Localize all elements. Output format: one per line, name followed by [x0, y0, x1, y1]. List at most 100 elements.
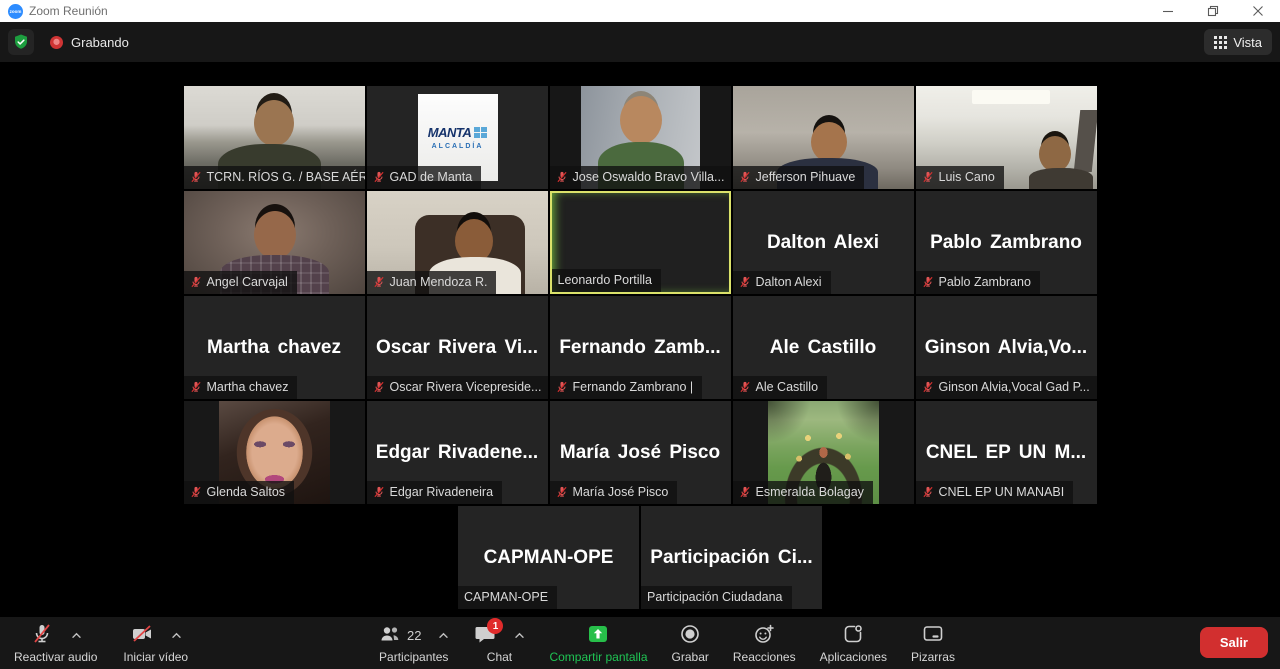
participant-tile[interactable]: Luis Cano [916, 86, 1097, 189]
participant-label: TCRN. RÍOS G. / BASE AÉR... [184, 166, 365, 189]
participant-label-text: Leonardo Portilla [558, 273, 653, 287]
share-screen-icon [586, 622, 610, 649]
participant-tile[interactable]: CNEL EP UN M... CNEL EP UN MANABI [916, 401, 1097, 504]
chevron-up-icon[interactable] [514, 632, 525, 639]
view-button-label: Vista [1233, 35, 1262, 50]
participant-tile[interactable]: Ale Castillo Ale Castillo [733, 296, 914, 399]
participant-label-text: Juan Mendoza R. [390, 275, 488, 289]
participant-label-text: Fernando Zambrano | [573, 380, 694, 394]
participant-label: Pablo Zambrano [916, 271, 1040, 294]
record-icon [678, 622, 702, 649]
leave-meeting-button[interactable]: Salir [1200, 627, 1268, 658]
mic-muted-icon [190, 276, 202, 288]
whiteboard-icon [921, 622, 945, 649]
participants-count: 22 [407, 628, 421, 643]
toolbar-button-label: Reactivar audio [14, 650, 97, 664]
view-button[interactable]: Vista [1204, 29, 1272, 55]
participant-label: Juan Mendoza R. [367, 271, 497, 294]
participant-tile[interactable]: Dalton Alexi Dalton Alexi [733, 191, 914, 294]
apps-button[interactable]: Aplicaciones [820, 622, 887, 664]
reactions-icon [752, 622, 776, 649]
participant-label: Ginson Alvia,Vocal Gad P... [916, 376, 1097, 399]
mic-muted-icon [922, 276, 934, 288]
chevron-up-icon[interactable] [438, 632, 449, 639]
participant-tile[interactable]: MANTAALCALDÍA GAD de Manta [367, 86, 548, 189]
participant-label: Leonardo Portilla [552, 269, 662, 292]
participant-tile[interactable]: María José Pisco María José Pisco [550, 401, 731, 504]
participant-tile[interactable]: Jose Oswaldo Bravo Villa... [550, 86, 731, 189]
toolbar-button-label: Reacciones [733, 650, 796, 664]
participant-tile[interactable]: Pablo Zambrano Pablo Zambrano [916, 191, 1097, 294]
toolbar-button-label: Participantes [379, 650, 448, 664]
minimize-button[interactable] [1145, 0, 1190, 22]
participant-label-text: Participación Ciudadana [647, 590, 783, 604]
participant-label: Angel Carvajal [184, 271, 297, 294]
participant-tile[interactable]: Angel Carvajal [184, 191, 365, 294]
participant-label-text: Pablo Zambrano [939, 275, 1031, 289]
participant-label-text: Oscar Rivera Vicepreside... [390, 380, 542, 394]
participant-tile[interactable]: Participación Ci... Participación Ciudad… [641, 506, 822, 609]
unmute-button[interactable]: Reactivar audio [14, 622, 97, 664]
participant-tile[interactable]: Glenda Saltos [184, 401, 365, 504]
toolbar-button-label: Grabar [672, 650, 709, 664]
mic-muted-icon [190, 171, 202, 183]
share-button[interactable]: Compartir pantalla [549, 622, 647, 664]
window-title: Zoom Reunión [29, 4, 108, 18]
participant-tile[interactable]: Esmeralda Bolagay [733, 401, 914, 504]
chat-button[interactable]: 1 Chat [473, 622, 525, 664]
participant-label: Jose Oswaldo Bravo Villa... [550, 166, 731, 189]
whiteboards-button[interactable]: Pizarras [911, 622, 955, 664]
participant-tile[interactable]: Jefferson Pihuave [733, 86, 914, 189]
participant-tile[interactable]: Leonardo Portilla [550, 191, 731, 294]
mic-muted-icon [190, 486, 202, 498]
participant-label-text: Luis Cano [939, 170, 995, 184]
toolbar-button-label: Iniciar vídeo [123, 650, 188, 664]
participant-label: María José Pisco [550, 481, 678, 504]
grid-view-icon [1214, 36, 1227, 49]
participant-label: GAD de Manta [367, 166, 482, 189]
record-button[interactable]: Grabar [672, 622, 709, 664]
chevron-up-icon[interactable] [71, 632, 82, 639]
participant-tile[interactable]: Oscar Rivera Vi... Oscar Rivera Vicepres… [367, 296, 548, 399]
participant-tile[interactable]: Martha chavez Martha chavez [184, 296, 365, 399]
participant-tile[interactable]: Juan Mendoza R. [367, 191, 548, 294]
mic-muted-icon [556, 171, 568, 183]
participants-button[interactable]: 22 Participantes [378, 622, 449, 664]
restore-button[interactable] [1190, 0, 1235, 22]
participant-tile[interactable]: Edgar Rivadene... Edgar Rivadeneira [367, 401, 548, 504]
mic-muted-icon [556, 486, 568, 498]
mic-muted-icon [556, 381, 568, 393]
participant-tile[interactable]: Fernando Zamb... Fernando Zambrano | [550, 296, 731, 399]
recording-dot-icon [50, 36, 63, 49]
mic-muted-icon [373, 381, 385, 393]
participant-label: Glenda Saltos [184, 481, 295, 504]
mic-muted-icon [922, 381, 934, 393]
mic-muted-icon [922, 171, 934, 183]
participant-label-text: GAD de Manta [390, 170, 473, 184]
participant-label: Ale Castillo [733, 376, 828, 399]
toolbar-button-label: Pizarras [911, 650, 955, 664]
toolbar-button-label: Chat [487, 650, 512, 664]
close-button[interactable] [1235, 0, 1280, 22]
participant-tile[interactable]: CAPMAN-OPE CAPMAN-OPE [458, 506, 639, 609]
participant-label: Oscar Rivera Vicepreside... [367, 376, 548, 399]
start-video-button[interactable]: Iniciar vídeo [123, 622, 188, 664]
participant-tile[interactable]: TCRN. RÍOS G. / BASE AÉR... [184, 86, 365, 189]
participant-label: Luis Cano [916, 166, 1004, 189]
participant-label: Participación Ciudadana [641, 586, 792, 609]
chevron-up-icon[interactable] [171, 632, 182, 639]
participant-label-text: Edgar Rivadeneira [390, 485, 494, 499]
mic-muted-icon [922, 486, 934, 498]
reactions-button[interactable]: Reacciones [733, 622, 796, 664]
recording-label: Grabando [71, 35, 129, 50]
participant-label: Fernando Zambrano | [550, 376, 703, 399]
security-shield-icon[interactable] [8, 29, 34, 55]
meeting-main-area: TCRN. RÍOS G. / BASE AÉR... MANTAALCALDÍ… [0, 62, 1280, 617]
participant-tile[interactable]: Ginson Alvia,Vo... Ginson Alvia,Vocal Ga… [916, 296, 1097, 399]
mic-muted-icon [739, 486, 751, 498]
participant-label: Martha chavez [184, 376, 298, 399]
window-title-bar: zoom Zoom Reunión [0, 0, 1280, 22]
apps-icon [841, 622, 865, 649]
participant-label: Edgar Rivadeneira [367, 481, 503, 504]
participant-label-text: Angel Carvajal [207, 275, 288, 289]
